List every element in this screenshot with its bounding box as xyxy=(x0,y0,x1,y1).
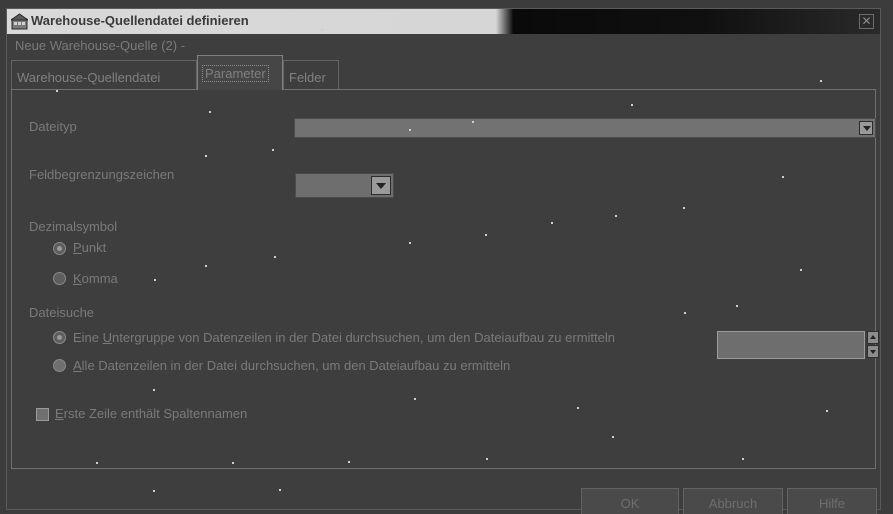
noise-dot xyxy=(683,207,685,209)
title-bar[interactable]: Warehouse-Quellendatei definieren ✕ xyxy=(7,9,880,34)
label-rest: rste Zeile enthält Spaltennamen xyxy=(63,406,248,421)
noise-dot xyxy=(782,176,784,178)
first-row-headers-label[interactable]: Erste Zeile enthält Spaltennamen xyxy=(55,406,247,421)
radio-punkt-label[interactable]: Punkt xyxy=(73,240,106,255)
first-row-headers-checkbox[interactable] xyxy=(36,408,49,421)
accelerator-key: A xyxy=(73,358,82,373)
noise-dot xyxy=(96,462,98,464)
noise-dot xyxy=(153,389,155,391)
dateisuche-group-label: Dateisuche xyxy=(29,305,95,320)
tab-label: Warehouse-Quellendatei xyxy=(17,70,161,85)
noise-dot xyxy=(348,461,350,463)
cancel-button[interactable]: Abbruch xyxy=(683,488,783,514)
help-button[interactable]: Hilfe xyxy=(787,488,877,514)
radio-untergruppe[interactable] xyxy=(53,331,66,344)
noise-dot xyxy=(486,458,488,460)
subset-count-spinner[interactable] xyxy=(867,331,881,359)
noise-dot xyxy=(615,215,617,217)
noise-dot xyxy=(414,398,416,400)
chevron-down-icon[interactable] xyxy=(859,121,873,135)
tab-warehouse-quellendatei[interactable]: Warehouse-Quellendatei xyxy=(11,60,197,90)
noise-dot xyxy=(684,312,686,314)
subset-count-input[interactable] xyxy=(717,331,865,359)
radio-komma[interactable] xyxy=(53,272,66,285)
close-icon: ✕ xyxy=(861,14,872,28)
close-button[interactable]: ✕ xyxy=(859,14,874,29)
accelerator-key: P xyxy=(73,240,82,255)
noise-dot xyxy=(321,29,323,31)
accelerator-key: U xyxy=(102,330,113,345)
tab-label: Parameter xyxy=(202,65,269,82)
noise-dot xyxy=(409,129,411,131)
radio-alle-datenzeilen[interactable] xyxy=(53,359,66,372)
noise-dot xyxy=(409,242,411,244)
noise-dot xyxy=(612,436,614,438)
chevron-down-icon[interactable] xyxy=(371,176,391,195)
noise-dot xyxy=(820,80,822,82)
radio-punkt[interactable] xyxy=(53,242,66,255)
dateityp-select[interactable] xyxy=(294,118,876,138)
noise-dot xyxy=(577,407,579,409)
feldbegrenzung-label: Feldbegrenzungszeichen xyxy=(29,167,175,182)
dezimalsymbol-group-label: Dezimalsymbol xyxy=(29,219,118,234)
label-rest: omma xyxy=(81,271,118,286)
label-rest: lle Datenzeilen in der Datei durchsuchen… xyxy=(81,358,511,373)
noise-dot xyxy=(551,222,553,224)
tab-felder[interactable]: Felder xyxy=(283,60,339,90)
spin-down-icon[interactable] xyxy=(867,345,879,358)
label-rest: unkt xyxy=(81,240,107,255)
noise-dot xyxy=(736,305,738,307)
noise-dot xyxy=(272,149,274,151)
noise-dot xyxy=(279,489,281,491)
label-prefix: Eine xyxy=(73,330,103,345)
noise-dot xyxy=(205,155,207,157)
spin-up-icon[interactable] xyxy=(867,331,879,344)
ok-button[interactable]: OK xyxy=(581,488,679,514)
noise-dot xyxy=(209,111,211,113)
tab-label: Felder xyxy=(289,70,326,85)
tab-parameter[interactable]: Parameter xyxy=(197,55,283,90)
noise-dot xyxy=(153,490,155,492)
dateityp-label: Dateityp xyxy=(29,119,77,134)
accelerator-key: K xyxy=(73,271,82,286)
radio-komma-label[interactable]: Komma xyxy=(73,271,118,286)
noise-dot xyxy=(826,410,828,412)
noise-dot xyxy=(154,279,156,281)
window-title: Warehouse-Quellendatei definieren xyxy=(31,13,249,28)
dialog-window: Warehouse-Quellendatei definieren ✕ Neue… xyxy=(6,8,881,514)
accelerator-key: E xyxy=(55,406,64,421)
noise-dot xyxy=(800,269,802,271)
noise-dot xyxy=(472,121,474,123)
noise-dot xyxy=(205,265,207,267)
warehouse-icon xyxy=(11,13,28,30)
noise-dot xyxy=(56,90,58,92)
radio-alle-datenzeilen-label[interactable]: Alle Datenzeilen in der Datei durchsuche… xyxy=(73,358,510,373)
noise-dot xyxy=(274,256,276,258)
noise-dot xyxy=(485,234,487,236)
feldbegrenzung-select[interactable] xyxy=(295,173,394,198)
window-subtitle: Neue Warehouse-Quelle (2) - xyxy=(15,38,186,53)
noise-dot xyxy=(742,458,744,460)
label-rest: ntergruppe von Datenzeilen in der Datei … xyxy=(112,330,616,345)
noise-dot xyxy=(631,104,633,106)
radio-untergruppe-label[interactable]: Eine Untergruppe von Datenzeilen in der … xyxy=(73,330,615,345)
noise-dot xyxy=(232,462,234,464)
